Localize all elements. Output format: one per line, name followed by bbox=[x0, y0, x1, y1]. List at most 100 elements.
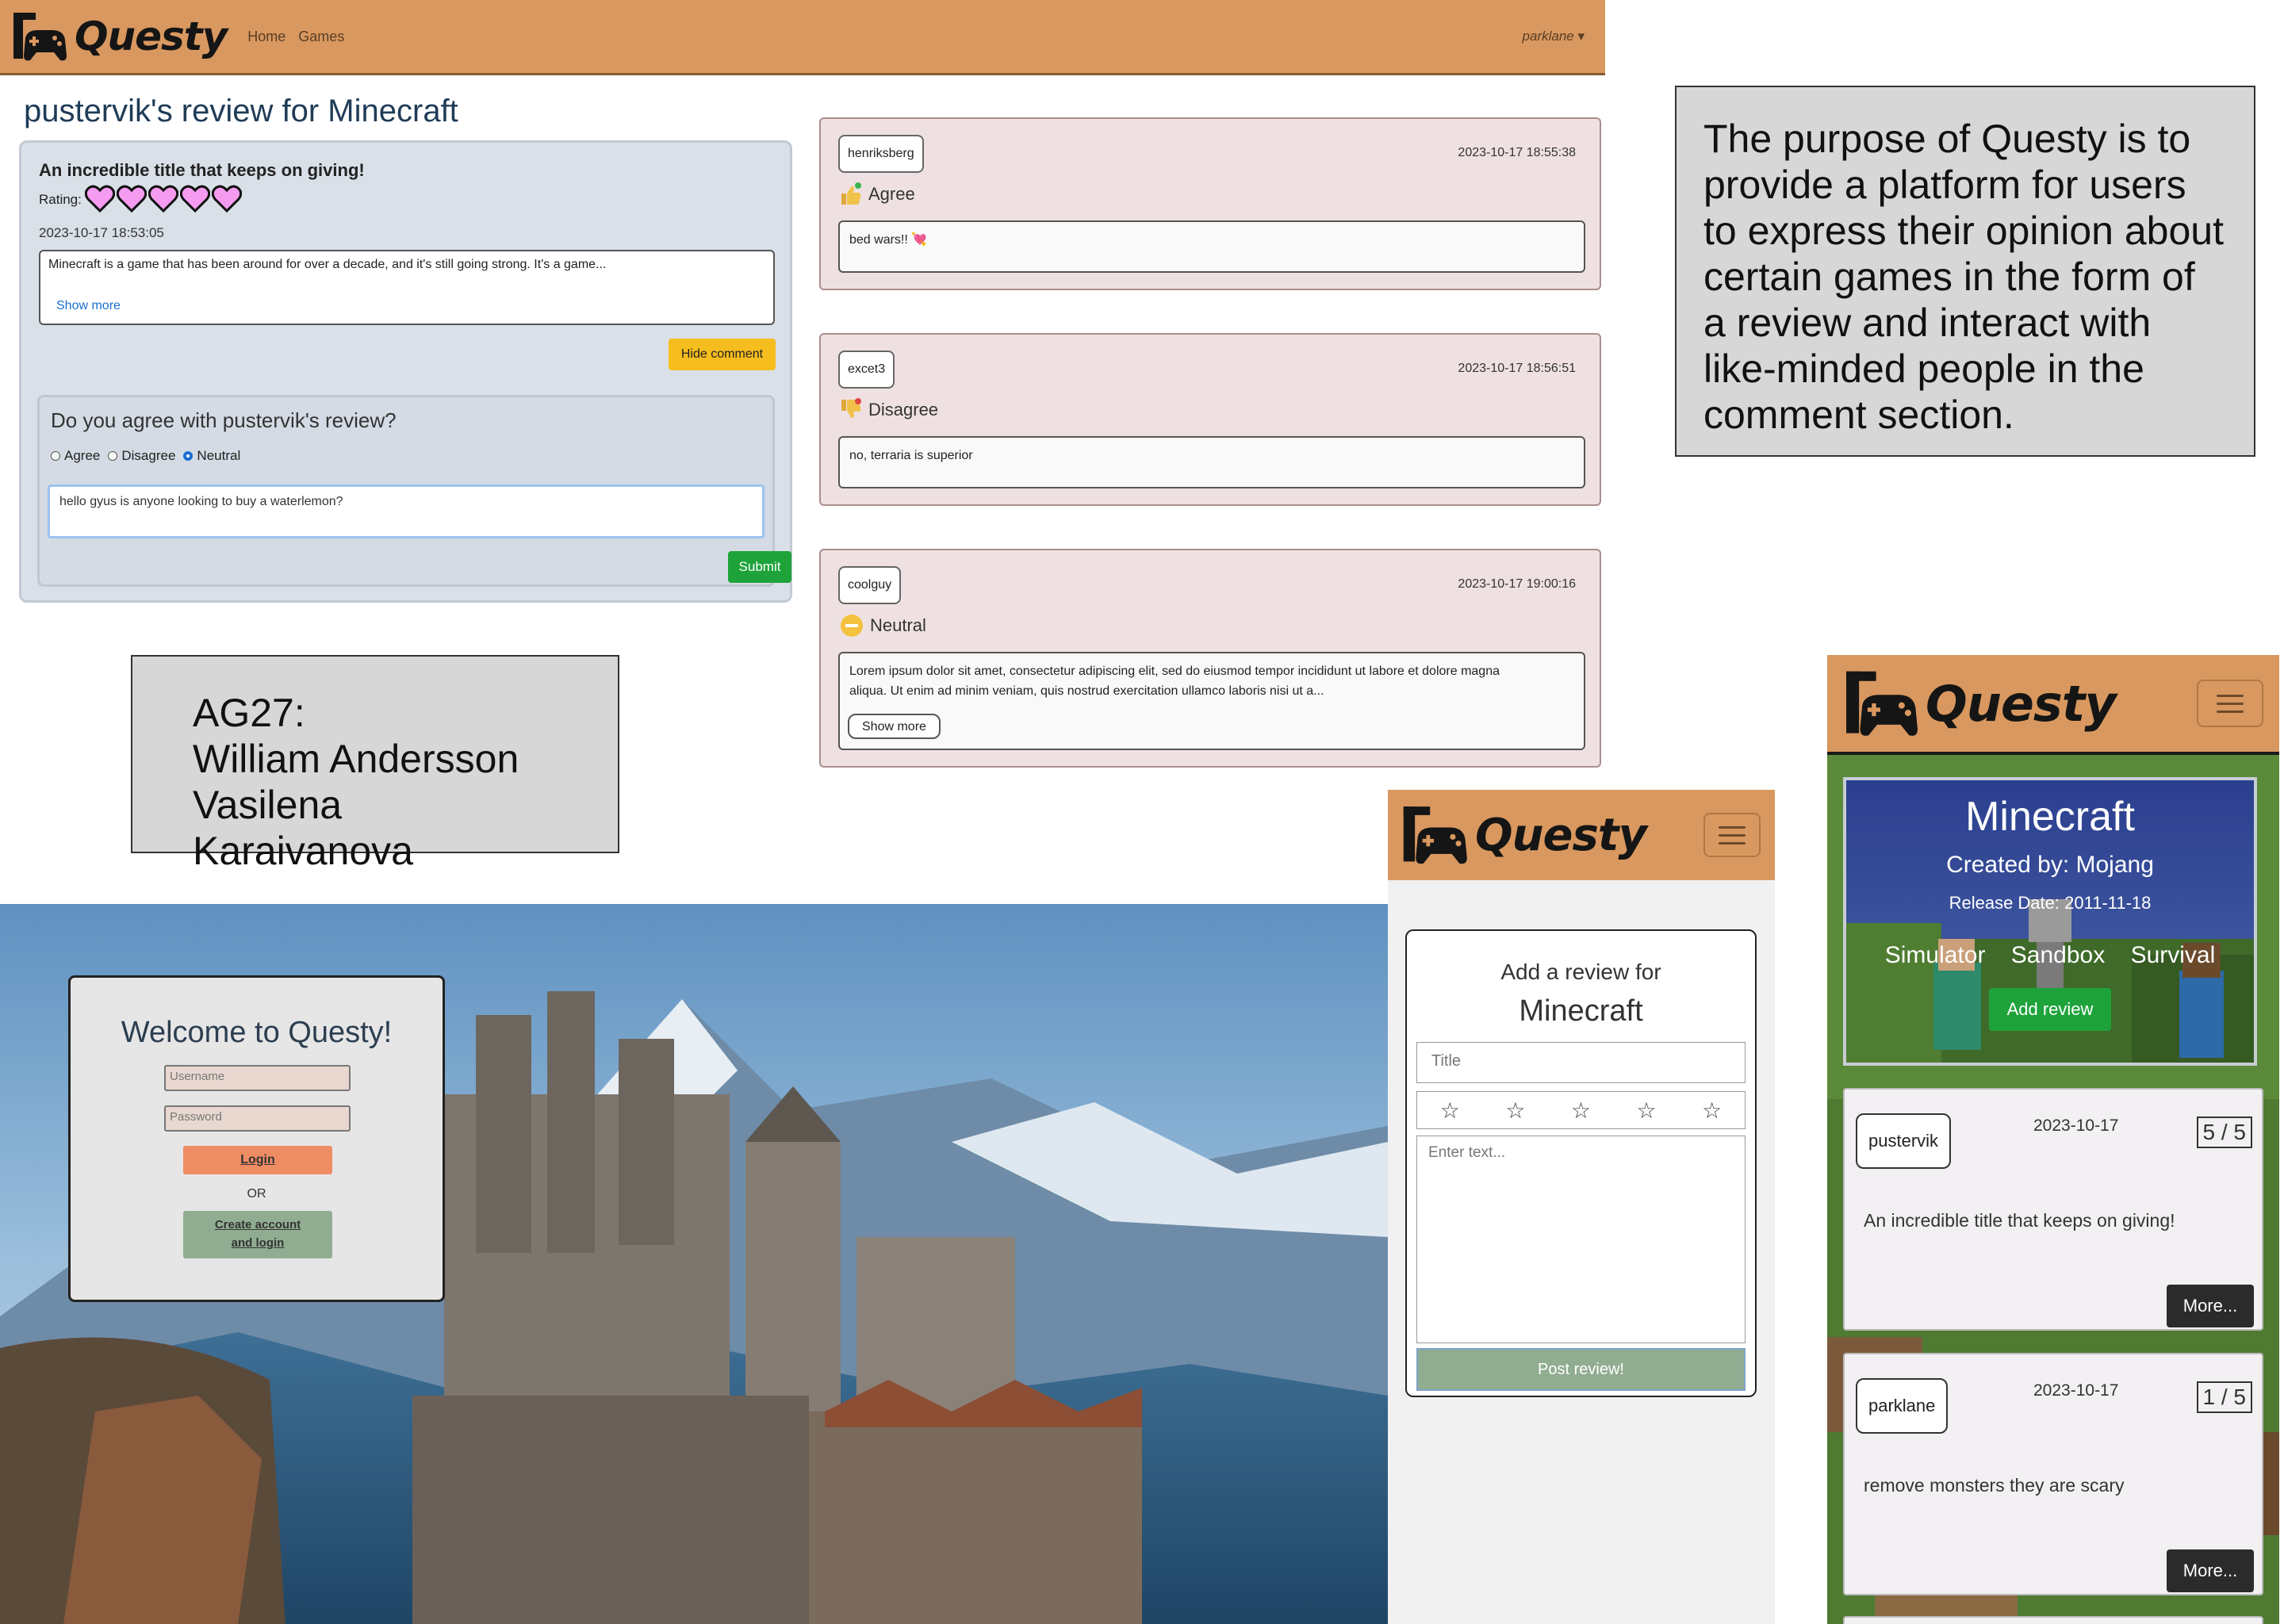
comment-body: bed wars!! 💘 bbox=[838, 220, 1585, 273]
more-button[interactable]: More... bbox=[2167, 1285, 2254, 1327]
hamburger-menu-icon[interactable] bbox=[2197, 680, 2263, 727]
password-input[interactable]: Password bbox=[164, 1105, 351, 1132]
comment-body: no, terraria is superior bbox=[838, 436, 1585, 488]
top-navbar: Questy Home Games parklane ▾ bbox=[0, 0, 1605, 75]
stance-radio-group: Agree Disagree Neutral bbox=[51, 448, 240, 464]
stance-label: Agree bbox=[868, 184, 915, 204]
create-account-button[interactable]: Create account and login bbox=[183, 1211, 332, 1258]
post-review-button[interactable]: Post review! bbox=[1416, 1348, 1746, 1391]
group-id: AG27: bbox=[193, 691, 305, 735]
add-review-heading: Add a review for bbox=[1500, 959, 1661, 984]
comment-date: 2023-10-17 18:55:38 bbox=[1458, 146, 1576, 159]
author-name: Vasilena Karaivanova bbox=[193, 783, 413, 873]
review-list-item[interactable]: pustervik 2023-10-17 5 / 5 An incredible… bbox=[1843, 1088, 2263, 1331]
genre-tag[interactable]: Survival bbox=[2131, 942, 2216, 968]
comment-username[interactable]: excet3 bbox=[838, 350, 895, 389]
radio-label: Disagree bbox=[121, 448, 176, 463]
hide-comment-button[interactable]: Hide comment bbox=[669, 339, 776, 370]
radio-disagree[interactable]: Disagree bbox=[108, 448, 175, 464]
create-account-label: and login bbox=[231, 1236, 285, 1250]
comment-text-line: Lorem ipsum dolor sit amet, consectetur … bbox=[849, 665, 1500, 678]
star-icon[interactable]: ☆ bbox=[1505, 1097, 1525, 1124]
gamepad-logo-icon bbox=[13, 13, 67, 61]
review-username[interactable]: parklane bbox=[1856, 1378, 1949, 1434]
review-list-item[interactable] bbox=[1843, 1616, 2263, 1624]
brand-name: Questy bbox=[1475, 809, 1647, 861]
review-username[interactable]: pustervik bbox=[1856, 1113, 1952, 1169]
star-icon[interactable]: ☆ bbox=[1702, 1097, 1722, 1124]
agree-question: Do you agree with pustervik's review? bbox=[51, 408, 397, 432]
review-date: 2023-10-17 bbox=[2033, 1381, 2119, 1400]
game-creator: Created by: Mojang bbox=[1946, 852, 2154, 878]
nav-link-home[interactable]: Home bbox=[247, 29, 286, 45]
radio-circle[interactable] bbox=[51, 451, 60, 461]
radio-label: Neutral bbox=[197, 448, 241, 463]
author-name: William Andersson bbox=[193, 737, 519, 781]
stance-label: Neutral bbox=[870, 615, 926, 635]
genre-tag[interactable]: Simulator bbox=[1885, 942, 1986, 968]
login-button[interactable]: Login bbox=[183, 1146, 332, 1174]
genre-tag[interactable]: Sandbox bbox=[2011, 942, 2105, 968]
page-title: pustervik's review for Minecraft bbox=[24, 94, 458, 128]
thumbs-down-icon bbox=[841, 398, 861, 419]
review-text: Minecraft is a game that has been around… bbox=[48, 258, 607, 271]
radio-neutral[interactable]: Neutral bbox=[183, 448, 240, 464]
create-account-label: Create account bbox=[214, 1218, 301, 1231]
add-review-form: Add a review for Minecraft Title ☆ ☆ ☆ ☆… bbox=[1405, 929, 1757, 1397]
review-title: An incredible title that keeps on giving… bbox=[1864, 1210, 2175, 1231]
more-button[interactable]: More... bbox=[2167, 1549, 2254, 1592]
comment-text-line: aliqua. Ut enim ad minim veniam, quis no… bbox=[849, 684, 1324, 698]
star-icon[interactable]: ☆ bbox=[1440, 1097, 1460, 1124]
brand-logo[interactable]: Questy bbox=[11, 8, 228, 65]
gamepad-logo-icon bbox=[1403, 806, 1467, 864]
welcome-heading: Welcome to Questy! bbox=[121, 1016, 393, 1049]
comment-input[interactable]: hello gyus is anyone looking to buy a wa… bbox=[48, 485, 765, 538]
game-hero-banner: Minecraft Created by: Mojang Release Dat… bbox=[1843, 777, 2257, 1066]
show-more-link[interactable]: Show more bbox=[56, 299, 121, 313]
review-date: 2023-10-17 18:53:05 bbox=[39, 225, 164, 240]
game-title: Minecraft bbox=[1965, 794, 2135, 840]
login-card: Welcome to Questy! Username Password Log… bbox=[68, 975, 445, 1302]
username-input[interactable]: Username bbox=[164, 1065, 351, 1091]
radio-agree[interactable]: Agree bbox=[51, 448, 100, 464]
nav-link-games[interactable]: Games bbox=[298, 29, 344, 45]
neutral-face-icon bbox=[841, 615, 863, 637]
mobile-navbar: Questy bbox=[1827, 655, 2279, 755]
brand-logo[interactable]: Questy bbox=[1843, 665, 2117, 742]
game-name: Minecraft bbox=[1519, 994, 1643, 1028]
radio-circle-selected[interactable] bbox=[183, 451, 194, 461]
comment-card: excet3 2023-10-17 18:56:51 Disagree no, … bbox=[819, 333, 1601, 506]
review-list-item[interactable]: parklane 2023-10-17 1 / 5 remove monster… bbox=[1843, 1353, 2263, 1595]
credits-box: AG27: William Andersson Vasilena Karaiva… bbox=[131, 655, 619, 873]
review-text-input[interactable]: Enter text... bbox=[1416, 1136, 1746, 1343]
hamburger-menu-icon[interactable] bbox=[1703, 813, 1761, 857]
stance-label: Disagree bbox=[868, 400, 939, 419]
star-icon[interactable]: ☆ bbox=[1637, 1097, 1657, 1124]
comment-stance: Disagree bbox=[840, 398, 938, 422]
game-page-mobile-view: Questy Minecraft Created by: Mojang Rele… bbox=[1827, 655, 2279, 1624]
comment-username[interactable]: henriksberg bbox=[838, 135, 924, 173]
user-menu-dropdown[interactable]: parklane ▾ bbox=[1523, 29, 1585, 44]
heart-icon bbox=[212, 185, 242, 213]
radio-label: Agree bbox=[64, 448, 101, 463]
heart-icon bbox=[180, 185, 210, 213]
heart-icon bbox=[148, 185, 178, 213]
or-divider: OR bbox=[247, 1187, 266, 1201]
star-icon[interactable]: ☆ bbox=[1571, 1097, 1591, 1124]
add-review-button[interactable]: Add review bbox=[1989, 988, 2111, 1031]
brand-name: Questy bbox=[75, 13, 228, 59]
rating-hearts bbox=[85, 184, 242, 213]
title-input[interactable]: Title bbox=[1416, 1042, 1746, 1083]
brand-name: Questy bbox=[1926, 674, 2117, 733]
review-score: 5 / 5 bbox=[2196, 1116, 2252, 1148]
heart-icon bbox=[85, 185, 115, 213]
comment-card: henriksberg 2023-10-17 18:55:38 Agree be… bbox=[819, 117, 1601, 290]
submit-button[interactable]: Submit bbox=[728, 551, 791, 583]
comment-stance: Neutral bbox=[840, 614, 926, 638]
brand-logo[interactable]: Questy bbox=[1401, 801, 1647, 869]
rating-label: Rating: bbox=[39, 192, 82, 207]
radio-circle[interactable] bbox=[108, 451, 118, 461]
comment-username[interactable]: coolguy bbox=[838, 566, 902, 604]
comment-card: coolguy 2023-10-17 19:00:16 Neutral Lore… bbox=[819, 549, 1601, 768]
show-more-button[interactable]: Show more bbox=[848, 714, 941, 739]
